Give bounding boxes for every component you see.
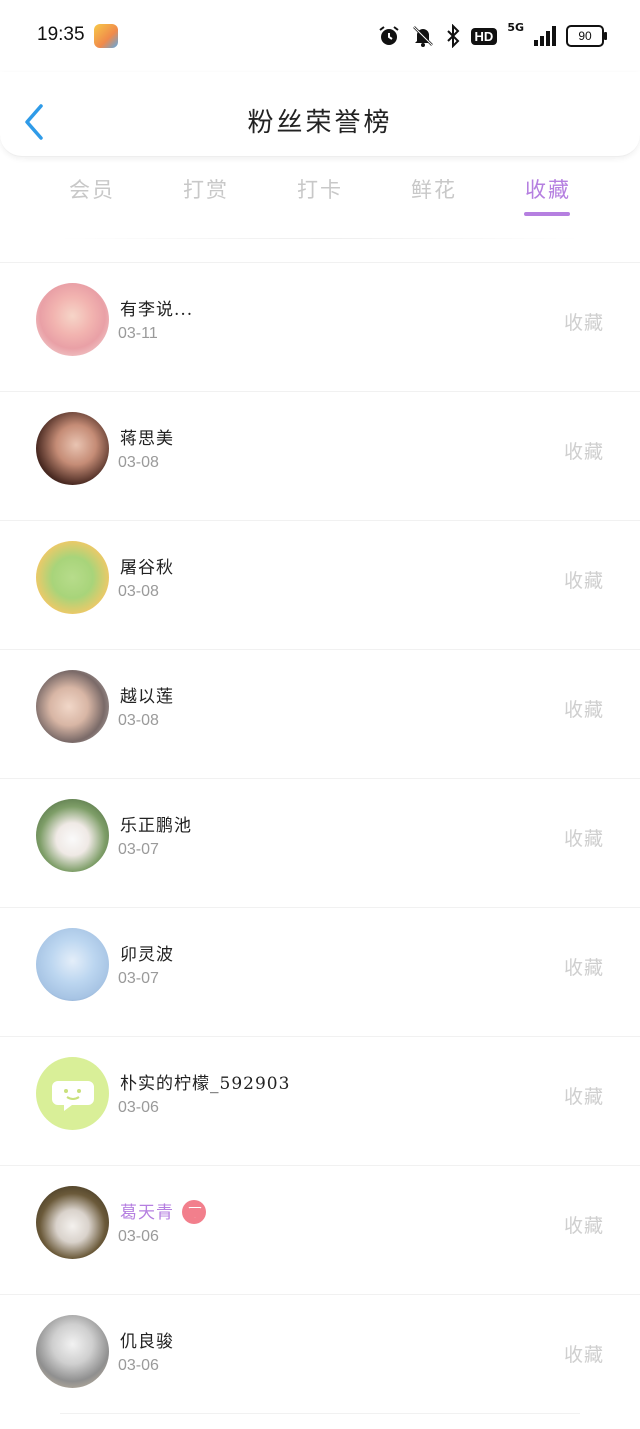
signal-icon [534, 26, 556, 46]
date: 03-06 [118, 1228, 159, 1245]
status-icons: HD 5G 90 [377, 21, 607, 50]
favorite-label: 收藏 [563, 699, 604, 721]
status-time: 19:35 [37, 24, 85, 45]
list-item[interactable]: 仉良骏 03-06 收藏 [0, 1294, 640, 1423]
list-item[interactable]: 朴实的柠檬_592903 03-06 收藏 [0, 1036, 640, 1165]
avatar[interactable] [36, 541, 109, 614]
mute-icon [412, 26, 433, 47]
list-item[interactable]: 卯灵波 03-07 收藏 [0, 907, 640, 1036]
favorite-label: 收藏 [563, 570, 604, 592]
page-title: 粉丝荣誉榜 [247, 108, 393, 138]
date: 03-11 [118, 325, 158, 342]
list-item[interactable]: 蒋思美 03-08 收藏 [0, 391, 640, 520]
date: 03-07 [118, 841, 159, 858]
list-item[interactable]: 葛天青 03-06 收藏 [0, 1165, 640, 1294]
alarm-icon [378, 26, 399, 45]
user-name: 屠谷秋 [120, 558, 174, 578]
bluetooth-icon [446, 24, 459, 48]
fan-list: 有李说... 03-11 收藏 蒋思美 03-08 收藏 屠谷秋 03-08 收… [0, 262, 640, 1423]
date: 03-06 [118, 1357, 159, 1374]
user-name: 朴实的柠檬_592903 [120, 1074, 291, 1094]
tab-indicator [524, 212, 570, 216]
list-item[interactable]: 有李说... 03-11 收藏 [0, 262, 640, 391]
user-name: 有李说... [120, 300, 194, 320]
favorite-label: 收藏 [563, 312, 604, 334]
user-name: 仉良骏 [120, 1332, 174, 1352]
favorite-label: 收藏 [563, 441, 604, 463]
vip-diamond-icon [182, 1199, 206, 1224]
tab-flowers[interactable]: 鲜花 [394, 174, 474, 204]
favorite-label: 收藏 [563, 828, 604, 850]
divider [60, 238, 580, 239]
divider [60, 1413, 580, 1414]
avatar[interactable] [36, 283, 109, 356]
chat-bubble-icon [52, 1081, 94, 1111]
user-name: 越以莲 [120, 687, 174, 707]
favorite-label: 收藏 [563, 1344, 604, 1366]
avatar[interactable] [36, 799, 109, 872]
user-name: 葛天青 [120, 1203, 174, 1223]
avatar[interactable] [36, 412, 109, 485]
date: 03-06 [118, 1099, 159, 1116]
avatar[interactable] [36, 670, 109, 743]
user-name: 蒋思美 [120, 429, 174, 449]
network-type: 5G [507, 21, 524, 34]
list-item[interactable]: 屠谷秋 03-08 收藏 [0, 520, 640, 649]
battery-icon: 90 [566, 25, 607, 47]
header: 粉丝荣誉榜 [0, 72, 640, 157]
date: 03-08 [118, 583, 159, 600]
list-item[interactable]: 越以莲 03-08 收藏 [0, 649, 640, 778]
tab-checkin[interactable]: 打卡 [280, 174, 360, 204]
tab-favorites[interactable]: 收藏 [508, 174, 588, 204]
favorite-label: 收藏 [563, 1215, 604, 1237]
favorite-label: 收藏 [563, 957, 604, 979]
date: 03-07 [118, 970, 159, 987]
app-icon [94, 24, 118, 48]
avatar[interactable] [36, 1057, 109, 1130]
favorite-label: 收藏 [563, 1086, 604, 1108]
status-bar: 19:35 HD 5G 90 [0, 0, 640, 72]
list-item[interactable]: 乐正鹏池 03-07 收藏 [0, 778, 640, 907]
tab-member[interactable]: 会员 [52, 174, 132, 204]
tab-tip[interactable]: 打赏 [166, 174, 246, 204]
avatar[interactable] [36, 928, 109, 1001]
avatar[interactable] [36, 1186, 109, 1259]
date: 03-08 [118, 454, 159, 471]
user-name-row: 葛天青 [120, 1198, 206, 1226]
user-name: 卯灵波 [120, 945, 174, 965]
date: 03-08 [118, 712, 159, 729]
avatar[interactable] [36, 1315, 109, 1388]
hd-icon: HD [470, 27, 498, 45]
user-name: 乐正鹏池 [120, 816, 192, 836]
tab-bar: 会员 打赏 打卡 鲜花 收藏 [0, 170, 640, 226]
